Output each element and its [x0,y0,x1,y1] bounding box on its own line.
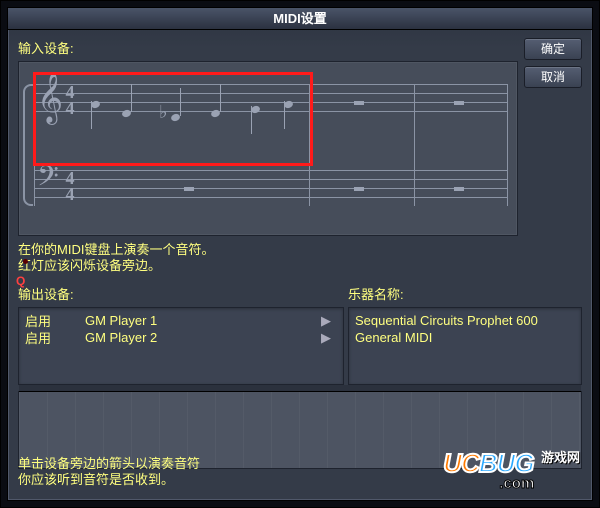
note-stem [180,88,181,116]
instrument-row[interactable]: Sequential Circuits Prophet 600 [355,312,575,329]
input-devices-label: 输入设备: [18,38,582,57]
rest-icon [354,101,364,105]
output-devices-label: 输出设备: [18,284,344,303]
rest-icon [184,187,194,191]
play-arrow-icon[interactable]: ▶ [321,330,337,346]
treble-clef-icon: 𝄞 [37,76,63,120]
device-name: GM Player 2 [85,330,321,345]
barline [507,84,508,206]
barline [309,84,310,206]
barline [34,84,35,206]
led-indicator [23,259,28,264]
output-hint-text: 单击设备旁边的箭头以演奏音符 你应该听到音符是否收到。 [18,456,200,488]
note-stem [91,101,92,129]
rest-icon [454,187,464,191]
output-device-row[interactable]: 启用 GM Player 2 ▶ [25,329,337,346]
cancel-button[interactable]: 取消 [524,66,582,88]
note-stem [251,106,252,134]
bass-clef-icon: 𝄢 [37,164,59,198]
rest-icon [354,187,364,191]
flat-icon: ♭ [159,102,168,123]
track-ruler [19,385,581,392]
output-device-row[interactable]: 启用 GM Player 1 ▶ [25,312,337,329]
time-signature-bass: 44 [63,170,77,202]
bass-staff [34,170,507,206]
dialog-buttons: 确定 取消 [524,38,582,88]
instrument-name: Sequential Circuits Prophet 600 [355,313,575,328]
note-stem [131,84,132,112]
instrument-list[interactable]: Sequential Circuits Prophet 600 General … [348,307,582,385]
rest-icon [454,101,464,105]
output-devices-list[interactable]: 启用 GM Player 1 ▶ 启用 GM Player 2 ▶ [18,307,344,385]
enable-toggle[interactable]: 启用 [25,328,85,347]
barline [414,84,415,206]
staff-brace [23,84,33,206]
ok-button[interactable]: 确定 [524,38,582,60]
note-stem [220,84,221,112]
instrument-row[interactable]: General MIDI [355,329,575,346]
score-preview-panel: 𝄞 𝄢 44 44 ♭ [18,61,518,236]
time-signature-treble: 44 [63,84,77,116]
instrument-label: 乐器名称: [348,284,582,303]
device-name: GM Player 1 [85,313,321,328]
play-arrow-icon[interactable]: ▶ [321,313,337,329]
dialog-title: MIDI设置 [8,8,592,30]
led-label: Q [16,274,25,288]
instrument-name: General MIDI [355,330,575,345]
treble-staff [34,84,507,120]
note-stem [284,101,285,129]
midi-settings-dialog: MIDI设置 确定 取消 输入设备: 𝄞 𝄢 44 44 [7,7,593,501]
dialog-content: 确定 取消 输入设备: 𝄞 𝄢 44 44 [8,30,592,500]
input-hint-text: 在你的MIDI键盘上演奏一个音符。 红灯应该闪烁设备旁边。 [18,242,582,274]
